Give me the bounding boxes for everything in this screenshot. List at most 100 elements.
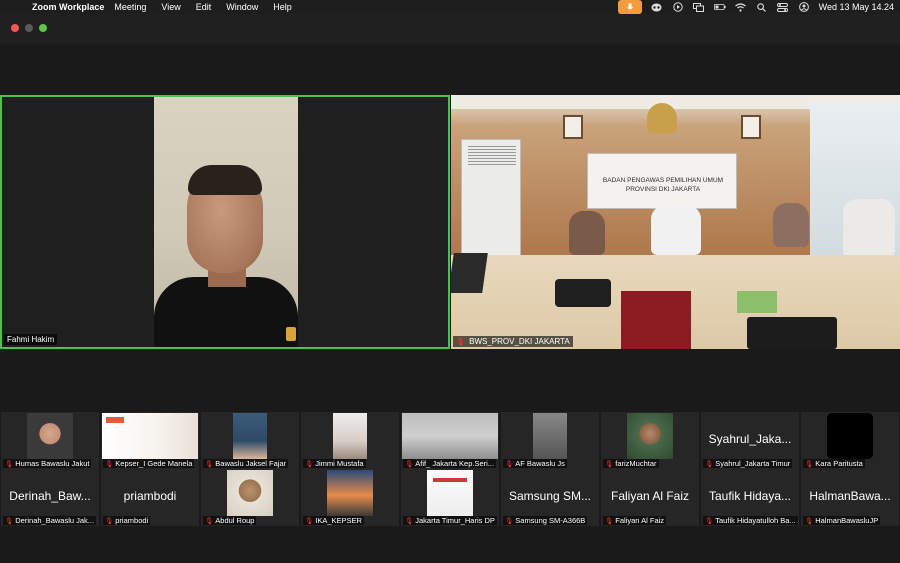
gallery-tile[interactable]: 🎙 Kara Paritusta (801, 412, 899, 469)
control-center-icon[interactable] (777, 2, 789, 12)
screen-mirroring-icon[interactable] (693, 2, 705, 12)
participant-name: Samsung SM-A366B (515, 516, 586, 525)
gallery-tile[interactable]: 🎙 Kepser_I Gede Manela (101, 412, 199, 469)
participant-name: Humas Bawaslu Jakut (15, 459, 90, 468)
microphone-in-use-icon[interactable] (617, 0, 642, 14)
menu-view[interactable]: View (161, 2, 180, 12)
fullscreen-window-button[interactable] (39, 24, 47, 32)
garuda-emblem (647, 103, 677, 133)
wall-sign-line-1: BADAN PENGAWAS PEMILIHAN UMUM (602, 177, 724, 184)
participant-display-name: Faliyan Al Faiz (610, 489, 690, 503)
video-tile-meeting-room[interactable]: BADAN PENGAWAS PEMILIHAN UMUM PROVINSI D… (451, 95, 900, 349)
gallery-tile[interactable]: Taufik Hidaya... 🎙 Taufik Hidayatulloh Ba… (701, 469, 799, 526)
participant-name: Abdul Roup (215, 516, 255, 525)
participant-video (627, 413, 673, 459)
mic-muted-icon: 🎙 (605, 461, 614, 468)
mic-muted-icon: 🎙 (805, 518, 814, 525)
search-icon[interactable] (756, 2, 768, 12)
person (651, 205, 701, 255)
mic-muted-icon: 🎙 (205, 461, 214, 468)
menu-edit[interactable]: Edit (196, 2, 212, 12)
menu-window[interactable]: Window (226, 2, 258, 12)
wall-sign-line-2: PROVINSI DKI JAKARTA (625, 186, 701, 193)
participant-name: Jakarta Timur_Haris DP (415, 516, 495, 525)
shirt-logo (286, 327, 296, 341)
mic-muted-icon: 🎙 (5, 518, 14, 525)
gallery-tile[interactable]: 🎙 Jakarta Timur_Haris DP (401, 469, 499, 526)
gallery-tile[interactable]: Faliyan Al Faiz 🎙 Faliyan Al Faiz (601, 469, 699, 526)
gallery-tile[interactable]: 🎙 Humas Bawaslu Jakut (1, 412, 99, 469)
participant-name: Jimmi Mustafa (315, 459, 364, 468)
participant-video (233, 413, 267, 459)
participant-display-name: HalmanBawa... (809, 489, 891, 503)
participant-display-name: Taufik Hidaya... (708, 489, 792, 503)
portrait-frame (563, 115, 583, 139)
mic-muted-icon: 🎙 (205, 518, 214, 525)
wall-sign: BADAN PENGAWAS PEMILIHAN UMUM PROVINSI D… (587, 153, 737, 209)
gallery-tile[interactable]: 🎙 farizMuchtar (601, 412, 699, 469)
person (843, 199, 895, 257)
battery-icon[interactable] (713, 2, 726, 12)
participant-name: Taufik Hidayatulloh Ba... (715, 516, 796, 525)
gallery-tile[interactable]: HalmanBawa... 🎙 HalmanBawasluJP (801, 469, 899, 526)
participant-gallery: 🎙 Humas Bawaslu Jakut 🎙 Kepser_I Gede Mane… (0, 412, 900, 526)
participant-name: Faliyan Al Faiz (615, 516, 665, 525)
mic-muted-icon: 🎙 (805, 461, 814, 468)
person (569, 211, 605, 255)
close-window-button[interactable] (11, 24, 19, 32)
mic-muted-icon: 🎙 (605, 518, 614, 525)
mic-muted-icon: 🎙 (705, 518, 714, 525)
participant-name-tag: 🎙 BWS_PROV_DKI JAKARTA (453, 336, 573, 347)
menubar-clock[interactable]: Wed 13 May 14.24 (819, 2, 894, 12)
participant-video (402, 413, 498, 459)
user-switch-icon[interactable] (798, 2, 810, 12)
participant-video (333, 413, 367, 459)
mic-muted-icon: 🎙 (405, 461, 414, 468)
mic-muted-icon: 🎙 (305, 518, 314, 525)
menu-bar: Zoom Workplace Meeting View Edit Window … (0, 0, 900, 14)
menu-help[interactable]: Help (273, 2, 292, 12)
menu-meeting[interactable]: Meeting (114, 2, 146, 12)
participant-name: AF Bawaslu Js (515, 459, 565, 468)
gallery-tile[interactable]: Derinah_Baw... 🎙 Derinah_Bawaslu Jak... (1, 469, 99, 526)
conference-phone (555, 279, 611, 307)
participant-name: priambodi (115, 516, 149, 525)
gallery-tile[interactable]: 🎙 Jimmi Mustafa (301, 412, 399, 469)
mic-muted-icon: 🎙 (456, 339, 465, 346)
gallery-tile[interactable]: 🎙 IKA_KEPSER (301, 469, 399, 526)
window-titlebar (0, 14, 900, 44)
participant-video (327, 470, 373, 516)
gallery-tile[interactable]: 🎙 Afif_ Jakarta Kep.Seri... (401, 412, 499, 469)
mic-muted-icon: 🎙 (505, 518, 514, 525)
participant-name: Kara Paritusta (815, 459, 863, 468)
mic-muted-icon: 🎙 (305, 461, 314, 468)
participant-video (154, 97, 298, 347)
participant-body (154, 277, 298, 347)
participant-video (427, 470, 473, 516)
participant-video (102, 413, 198, 459)
gallery-tile[interactable]: 🎙 AF Bawaslu Js (501, 412, 599, 469)
participant-name: Fahmi Hakim (7, 335, 55, 344)
participant-name: Afif_ Jakarta Kep.Seri... (415, 459, 495, 468)
play-circle-icon[interactable] (672, 2, 684, 12)
gallery-tile[interactable]: 🎙 Bawaslu Jaksel Fajar (201, 412, 299, 469)
air-conditioner (461, 139, 521, 269)
creative-cloud-icon[interactable] (651, 2, 663, 12)
participant-display-name: Syahrul_Jaka... (708, 432, 792, 446)
participant-name: Bawaslu Jaksel Fajar (215, 459, 287, 468)
participant-name: IKA_KEPSER (315, 516, 362, 525)
participant-name: HalmanBawasluJP (815, 516, 879, 525)
mic-muted-icon: 🎙 (5, 461, 14, 468)
gallery-tile[interactable]: Syahrul_Jaka... 🎙 Syahrul_Jakarta Timur (701, 412, 799, 469)
mic-muted-icon: 🎙 (105, 518, 114, 525)
laptop (451, 253, 488, 293)
gallery-tile[interactable]: 🎙 Abdul Roup (201, 469, 299, 526)
gallery-tile[interactable]: priambodi 🎙 priambodi (101, 469, 199, 526)
wifi-icon[interactable] (735, 2, 747, 12)
minimize-window-button[interactable] (25, 24, 33, 32)
video-tile-active-speaker[interactable]: Fahmi Hakim (0, 95, 450, 349)
gallery-tile[interactable]: Samsung SM... 🎙 Samsung SM-A366B (501, 469, 599, 526)
documents (737, 291, 777, 313)
app-menu-zoom[interactable]: Zoom Workplace (32, 2, 104, 12)
participant-display-name: Derinah_Baw... (9, 489, 91, 503)
